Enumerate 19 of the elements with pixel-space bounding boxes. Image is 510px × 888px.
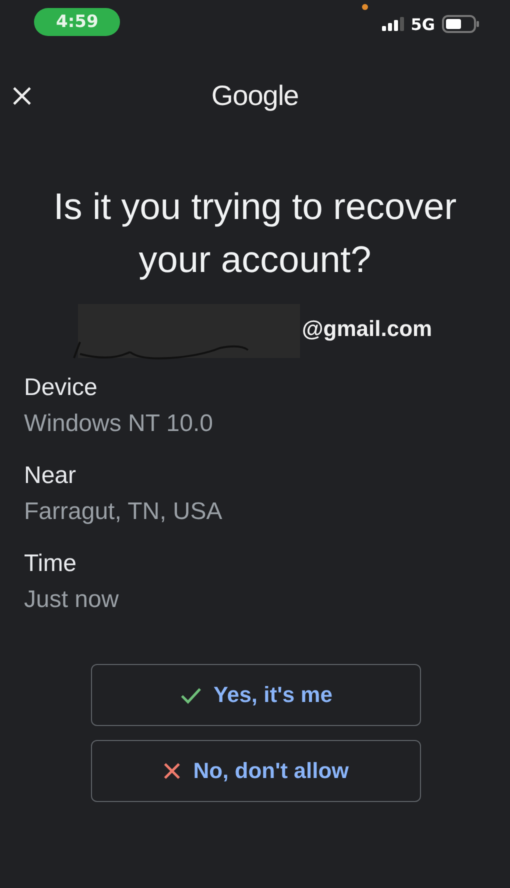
detail-label: Device: [24, 374, 98, 402]
app-logo: Google: [211, 80, 299, 112]
page-heading: Is it you trying to recover your account?: [52, 185, 458, 282]
detail-label: Near: [24, 462, 78, 490]
check-icon: [180, 686, 202, 704]
clock-pill: 4:59: [34, 8, 120, 36]
cross-icon: [163, 762, 182, 780]
close-icon[interactable]: [12, 86, 32, 106]
detail-value: Just now: [24, 586, 120, 614]
detail-value: Farragut, TN, USA: [24, 498, 224, 526]
confirm-button[interactable]: Yes, it's me: [91, 664, 421, 726]
deny-button[interactable]: No, don't allow: [91, 740, 421, 802]
signal-icon: [382, 17, 404, 31]
network-label: 5G: [410, 14, 435, 34]
privacy-dot: [362, 4, 368, 10]
detail-value: Windows NT 10.0: [24, 410, 214, 438]
account-email: @gmail.com: [302, 316, 432, 342]
battery-icon: [442, 15, 480, 33]
detail-label: Time: [24, 550, 78, 578]
